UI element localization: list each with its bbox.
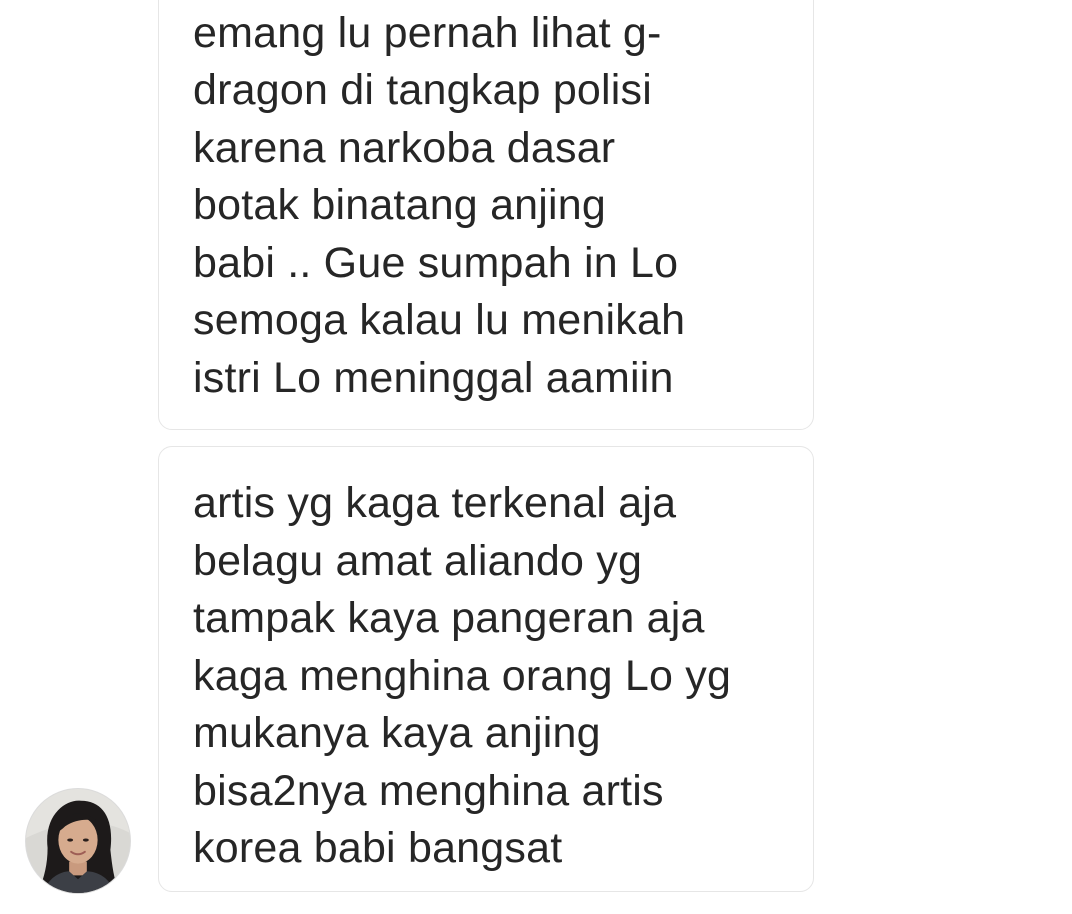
sender-avatar[interactable] (25, 788, 131, 894)
message-thread: emang lu pernah lihat g- dragon di tangk… (0, 0, 1072, 914)
message-bubble[interactable]: artis yg kaga terkenal aja belagu amat a… (158, 446, 814, 892)
message-text: artis yg kaga terkenal aja belagu amat a… (193, 479, 732, 872)
message-text: emang lu pernah lihat g- dragon di tangk… (193, 8, 686, 402)
message-bubble[interactable]: emang lu pernah lihat g- dragon di tangk… (158, 0, 814, 430)
user-avatar-icon (26, 789, 130, 893)
